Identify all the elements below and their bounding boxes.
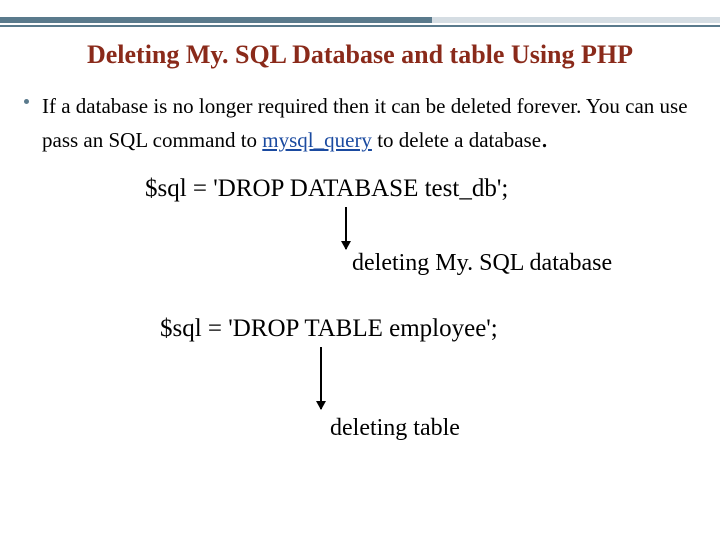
annotation-drop-database: deleting My. SQL database: [352, 250, 612, 277]
bullet-item: If a database is no longer required then…: [24, 92, 696, 158]
bullet-dot-icon: [24, 99, 29, 104]
annotation-drop-table: deleting table: [330, 415, 460, 442]
code-drop-table: $sql = 'DROP TABLE employee';: [160, 315, 498, 343]
arrow-down-icon: [320, 347, 322, 409]
code-drop-database: $sql = 'DROP DATABASE test_db';: [145, 175, 508, 203]
bullet-text-suffix: to delete a database: [372, 128, 541, 152]
period: .: [541, 123, 548, 154]
arrow-down-icon: [345, 207, 347, 249]
mysql-query-link[interactable]: mysql_query: [262, 128, 372, 152]
slide-title: Deleting My. SQL Database and table Usin…: [0, 40, 720, 70]
decorative-top-bar: [0, 17, 720, 29]
